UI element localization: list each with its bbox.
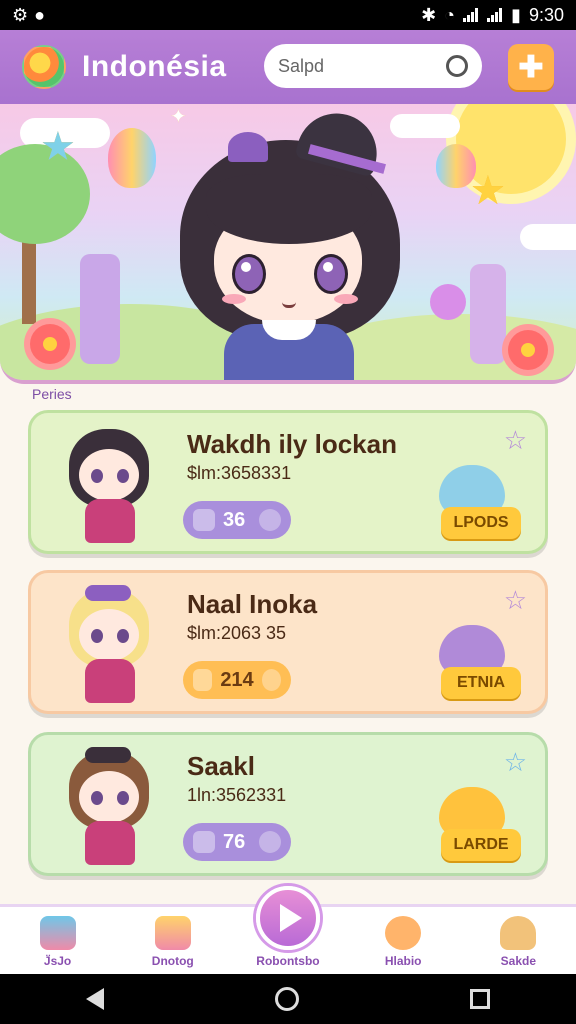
bluetooth-icon: ✱ [421,4,437,25]
character-icon [385,916,422,950]
pencil-icon [193,509,215,531]
rainbow-house-icon [154,916,191,950]
status-left: ⚙ ● [12,5,45,26]
balloon-icon [108,128,156,188]
stat-value: 214 [220,668,254,691]
house-icon [39,916,76,950]
bread-icon [500,916,537,950]
status-time: 9:30 [528,4,564,25]
tag-button[interactable]: LARDE [441,829,521,861]
search-icon[interactable] [446,55,468,77]
play-icon [280,904,302,932]
character-card[interactable]: Saakl 1ln:3562331 76 ☆ LARDE [28,732,548,876]
nav-item-sakde[interactable]: Sakde [470,916,566,968]
bow-icon [85,585,131,601]
star-icon: ★ [40,125,76,169]
character-card[interactable]: Naal Inoka $lm:2063 35 214 ☆ ETNIA [28,570,548,714]
castle-tower [80,254,120,364]
back-icon[interactable] [85,988,104,1010]
section-label: Peries [32,386,72,402]
stat-value: 76 [223,830,246,853]
card-title: Saakl [187,751,255,781]
character-avatar [55,741,165,871]
star-icon: ★ [470,169,506,213]
nav-label: Hlabio [384,954,422,968]
card-subtitle: $lm:3658331 [187,463,292,483]
badge-icon [261,669,281,691]
tag-button[interactable]: LPODS [441,507,521,539]
add-button[interactable]: ✚ [508,44,554,90]
flower-icon [508,330,548,370]
hat-icon [85,747,131,763]
app-header: Indonésia ✚ [0,30,576,104]
signal-icon-2 [487,8,503,22]
character-avatar [55,579,165,709]
status-right: ✱ ◔ ▮ 9:30 [421,5,564,26]
stat-pill[interactable]: 76 [183,823,291,861]
stat-pill[interactable]: 36 [183,501,291,539]
castle-tower [470,264,506,364]
search-bar[interactable] [264,44,482,88]
plus-icon: ✚ [518,50,544,84]
favorite-star-icon[interactable]: ☆ [504,425,527,456]
play-button[interactable] [256,886,320,950]
pencil-icon [193,669,213,691]
search-input[interactable] [278,55,438,77]
card-subtitle: 1ln:3562331 [187,785,287,805]
nav-label: Sakde [500,954,537,968]
system-nav [0,974,576,1024]
bow-icon [228,132,268,162]
notification-icon: ● [34,4,46,25]
stat-value: 36 [223,508,246,531]
cloud-icon [520,224,576,250]
flower-icon [30,324,70,364]
app-title: Indonésia [82,50,227,83]
badge-icon [259,509,281,531]
nav-item-home[interactable]: J̈sJo [10,916,106,968]
nav-label: J̈sJo [43,954,72,968]
favorite-star-icon[interactable]: ☆ [504,585,527,616]
nav-item-hlabio[interactable]: Hlabio [355,916,451,968]
hero-banner[interactable]: ★ ★ ✦ [0,104,576,384]
character-card[interactable]: Wakdh ily lockan $lm:3658331 36 ☆ LPODS [28,410,548,554]
recent-apps-icon[interactable] [470,989,491,1009]
hero-character [170,104,410,380]
card-title: Wakdh ily lockan [187,429,397,459]
signal-icon [463,8,479,22]
tag-button[interactable]: ETNIA [441,667,521,699]
status-bar: ⚙ ● ✱ ◔ ▮ 9:30 [0,0,576,30]
battery-icon: ▮ [511,4,521,25]
nav-item-dnotog[interactable]: Dnotog [125,916,221,968]
pencil-icon [193,831,215,853]
card-title: Naal Inoka [187,589,318,619]
card-subtitle: $lm:2063 35 [187,623,287,643]
nav-label: Dnotog [151,954,194,968]
home-icon[interactable] [274,987,299,1011]
settings-icon: ⚙ [12,4,29,25]
lollipop-icon [430,284,466,320]
badge-icon [259,831,281,853]
character-avatar [55,419,165,549]
wifi-icon: ◔ [444,4,456,25]
favorite-star-icon[interactable]: ☆ [504,747,527,778]
app-logo-icon[interactable] [22,45,66,89]
stat-pill[interactable]: 214 [183,661,291,699]
nav-label: Robontsbo [256,954,320,968]
